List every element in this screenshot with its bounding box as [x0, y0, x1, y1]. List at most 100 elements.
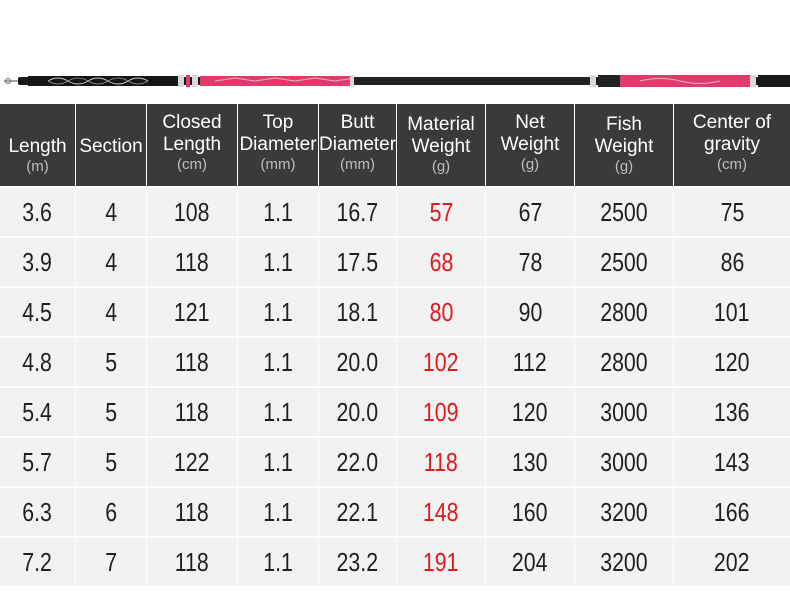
cell-value: 2500	[600, 246, 648, 277]
cell-top-diameter: 1.1	[238, 336, 319, 386]
header-butt-diameter: Butt Diameter (mm)	[319, 104, 397, 186]
cell-butt-diameter: 17.5	[319, 236, 397, 286]
cell-length: 5.7	[0, 436, 76, 486]
cell-top-diameter: 1.1	[238, 386, 319, 436]
cell-value: 101	[714, 296, 750, 327]
cell-value: 20.0	[336, 396, 379, 427]
cell-value: 67	[518, 196, 542, 227]
cell-section: 4	[76, 286, 147, 336]
cell-material-weight: 118	[397, 436, 486, 486]
cell-value: 122	[174, 446, 210, 477]
cell-top-diameter: 1.1	[238, 236, 319, 286]
cell-value: 5.4	[22, 396, 53, 427]
table-row: 6.3 6 118 1.1 22.1 148 160 3200 166	[0, 486, 790, 536]
table-row: 4.8 5 118 1.1 20.0 102 112 2800 120	[0, 336, 790, 386]
cell-value: 6.3	[22, 496, 53, 527]
cell-value: 2800	[600, 296, 648, 327]
cell-value: 143	[714, 446, 750, 477]
cell-value: 109	[423, 396, 459, 427]
cell-value: 1.1	[263, 396, 293, 427]
cell-value: 57	[429, 196, 453, 227]
cell-material-weight: 68	[397, 236, 486, 286]
cell-value: 3000	[600, 446, 648, 477]
cell-section: 7	[76, 536, 147, 586]
cell-value: 166	[714, 496, 750, 527]
cell-value: 78	[518, 246, 542, 277]
cell-net-weight: 78	[486, 236, 575, 286]
cell-value: 102	[423, 346, 459, 377]
cell-length: 7.2	[0, 536, 76, 586]
cell-center-of-gravity: 202	[674, 536, 790, 586]
cell-length: 4.8	[0, 336, 76, 386]
cell-closed-length: 108	[147, 186, 238, 236]
cell-net-weight: 160	[486, 486, 575, 536]
rod-spec-table: Length (m) Section Closed Length (cm) To…	[0, 104, 790, 586]
cell-value: 16.7	[336, 196, 379, 227]
cell-value: 4.8	[22, 346, 53, 377]
cell-material-weight: 102	[397, 336, 486, 386]
cell-length: 5.4	[0, 386, 76, 436]
cell-value: 5	[105, 446, 117, 477]
table-body: 3.6 4 108 1.1 16.7 57 67 2500 75 3.9 4 118 1.1 17.5 68…	[0, 186, 790, 586]
cell-section: 5	[76, 336, 147, 386]
cell-top-diameter: 1.1	[238, 286, 319, 336]
table-row: 3.9 4 118 1.1 17.5 68 78 2500 86	[0, 236, 790, 286]
cell-value: 120	[512, 396, 548, 427]
cell-value: 5	[105, 346, 117, 377]
cell-value: 86	[720, 246, 744, 277]
cell-butt-diameter: 23.2	[319, 536, 397, 586]
cell-net-weight: 90	[486, 286, 575, 336]
cell-section: 4	[76, 186, 147, 236]
cell-material-weight: 80	[397, 286, 486, 336]
cell-center-of-gravity: 166	[674, 486, 790, 536]
cell-closed-length: 118	[147, 536, 238, 586]
cell-top-diameter: 1.1	[238, 486, 319, 536]
cell-value: 4	[105, 246, 117, 277]
cell-closed-length: 122	[147, 436, 238, 486]
cell-net-weight: 120	[486, 386, 575, 436]
cell-value: 120	[714, 346, 750, 377]
cell-value: 3000	[600, 396, 648, 427]
fishing-rod-image	[0, 66, 790, 96]
cell-value: 4	[105, 196, 117, 227]
cell-fish-weight: 2500	[575, 186, 674, 236]
cell-butt-diameter: 16.7	[319, 186, 397, 236]
cell-value: 204	[512, 546, 548, 577]
cell-value: 6	[105, 496, 117, 527]
cell-butt-diameter: 18.1	[319, 286, 397, 336]
header-section: Section	[76, 104, 147, 186]
cell-value: 136	[714, 396, 750, 427]
cell-fish-weight: 3200	[575, 486, 674, 536]
cell-value: 1.1	[263, 496, 293, 527]
cell-value: 3.9	[22, 246, 53, 277]
cell-center-of-gravity: 86	[674, 236, 790, 286]
cell-closed-length: 118	[147, 486, 238, 536]
header-top-diameter: Top Diameter (mm)	[238, 104, 319, 186]
cell-value: 80	[429, 296, 453, 327]
cell-value: 1.1	[263, 546, 293, 577]
cell-value: 2800	[600, 346, 648, 377]
cell-closed-length: 118	[147, 336, 238, 386]
cell-value: 68	[429, 246, 453, 277]
cell-value: 112	[512, 346, 547, 377]
cell-value: 130	[512, 446, 548, 477]
cell-value: 118	[174, 346, 209, 377]
cell-closed-length: 118	[147, 386, 238, 436]
cell-value: 23.2	[336, 546, 379, 577]
cell-top-diameter: 1.1	[238, 536, 319, 586]
cell-value: 3.6	[22, 196, 53, 227]
cell-value: 118	[174, 546, 209, 577]
cell-butt-diameter: 20.0	[319, 336, 397, 386]
cell-material-weight: 109	[397, 386, 486, 436]
cell-value: 18.1	[336, 296, 379, 327]
cell-value: 191	[423, 546, 459, 577]
cell-value: 121	[174, 296, 210, 327]
fishing-rod-graphic	[4, 75, 790, 87]
cell-length: 4.5	[0, 286, 76, 336]
cell-section: 5	[76, 386, 147, 436]
cell-value: 20.0	[336, 346, 379, 377]
cell-butt-diameter: 22.0	[319, 436, 397, 486]
cell-net-weight: 112	[486, 336, 575, 386]
header-material-weight: Material Weight (g)	[397, 104, 486, 186]
cell-section: 6	[76, 486, 147, 536]
